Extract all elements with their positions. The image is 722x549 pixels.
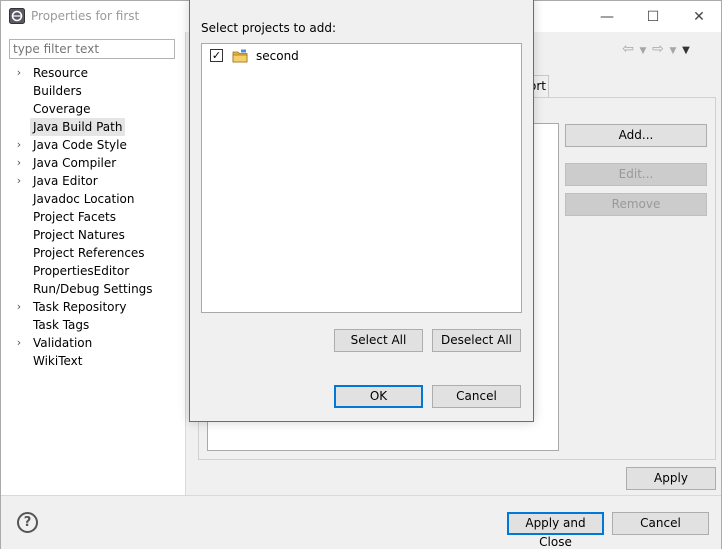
cancel-button[interactable]: Cancel — [612, 512, 709, 535]
project-checkbox[interactable]: ✓ — [210, 49, 223, 62]
select-all-button[interactable]: Select All — [334, 329, 423, 352]
sidebar-item-label: Project Natures — [33, 228, 125, 242]
sidebar-item-label: Javadoc Location — [33, 192, 135, 206]
back-arrow-icon[interactable]: ⇦ — [619, 41, 637, 57]
sidebar-item-task-tags[interactable]: Task Tags — [13, 316, 156, 334]
sidebar-item-label: Java Compiler — [33, 156, 117, 170]
forward-menu-chevron-icon[interactable]: ▼ — [667, 46, 679, 56]
property-page-tree: › Resource Builders Coverage Java Build Path… — [13, 64, 156, 370]
sidebar: › Resource Builders Coverage Java Build Path… — [1, 32, 186, 495]
sidebar-item-run-debug-settings[interactable]: Run/Debug Settings — [13, 280, 156, 298]
sidebar-item-label: Validation — [33, 336, 93, 350]
sidebar-item-javadoc-location[interactable]: Javadoc Location — [13, 190, 156, 208]
minimize-icon[interactable]: — — [597, 7, 617, 27]
sidebar-item-validation[interactable]: › Validation — [13, 334, 156, 352]
dialog-label: Select projects to add: — [201, 21, 337, 35]
sidebar-item-resource[interactable]: › Resource — [13, 64, 156, 82]
sidebar-item-propertieseditor[interactable]: PropertiesEditor — [13, 262, 156, 280]
sidebar-item-label: Coverage — [33, 102, 91, 116]
sidebar-item-label: Java Editor — [33, 174, 98, 188]
view-menu-icon[interactable]: ▼ — [679, 45, 693, 56]
expand-chevron-icon[interactable]: › — [13, 298, 25, 316]
sidebar-item-java-editor[interactable]: › Java Editor — [13, 172, 156, 190]
sidebar-item-java-build-path[interactable]: Java Build Path — [13, 118, 156, 136]
sidebar-item-builders[interactable]: Builders — [13, 82, 156, 100]
apply-button[interactable]: Apply — [626, 467, 716, 490]
expand-chevron-icon[interactable]: › — [13, 334, 25, 352]
expand-chevron-icon[interactable]: › — [13, 136, 25, 154]
add-button[interactable]: Add... — [565, 124, 707, 147]
sidebar-item-label: Run/Debug Settings — [33, 282, 153, 296]
sidebar-item-task-repository[interactable]: › Task Repository — [13, 298, 156, 316]
sidebar-item-label: Task Tags — [33, 318, 90, 332]
sidebar-item-label: Task Repository — [33, 300, 127, 314]
sidebar-item-project-references[interactable]: Project References — [13, 244, 156, 262]
sidebar-item-coverage[interactable]: Coverage — [13, 100, 156, 118]
sidebar-item-label: PropertiesEditor — [33, 264, 130, 278]
sidebar-item-label: Resource — [33, 66, 89, 80]
sidebar-item-java-code-style[interactable]: › Java Code Style — [13, 136, 156, 154]
help-icon[interactable]: ? — [17, 512, 38, 533]
sidebar-item-label: Java Build Path — [30, 118, 126, 136]
deselect-all-button[interactable]: Deselect All — [432, 329, 521, 352]
sidebar-item-java-compiler[interactable]: › Java Compiler — [13, 154, 156, 172]
dialog-cancel-button[interactable]: Cancel — [432, 385, 521, 408]
maximize-icon[interactable]: ☐ — [643, 7, 663, 27]
sidebar-item-label: Project References — [33, 246, 145, 260]
remove-button[interactable]: Remove — [565, 193, 707, 216]
sidebar-item-label: WikiText — [33, 354, 83, 368]
close-icon[interactable]: ✕ — [689, 7, 709, 27]
filter-input[interactable] — [9, 39, 175, 59]
sidebar-item-label: Builders — [33, 84, 82, 98]
sidebar-item-wikitext[interactable]: WikiText — [13, 352, 156, 370]
ok-button[interactable]: OK — [334, 385, 423, 408]
eclipse-app-icon — [9, 8, 25, 24]
apply-and-close-button[interactable]: Apply and Close — [507, 512, 604, 549]
navigation-arrows: ⇦ ▼ ⇨ ▼ ▼ — [619, 41, 715, 59]
project-folder-icon — [232, 49, 248, 63]
edit-button[interactable]: Edit... — [565, 163, 707, 186]
window-title: Properties for first — [31, 9, 140, 23]
expand-chevron-icon[interactable]: › — [13, 172, 25, 190]
expand-chevron-icon[interactable]: › — [13, 64, 25, 82]
back-menu-chevron-icon[interactable]: ▼ — [637, 46, 649, 56]
sidebar-item-project-natures[interactable]: Project Natures — [13, 226, 156, 244]
expand-chevron-icon[interactable]: › — [13, 154, 25, 172]
sidebar-item-label: Project Facets — [33, 210, 116, 224]
sidebar-item-project-facets[interactable]: Project Facets — [13, 208, 156, 226]
project-name: second — [256, 49, 299, 63]
project-list: ✓ second — [201, 43, 522, 313]
select-projects-dialog: Select projects to add: ✓ second Select … — [189, 0, 534, 422]
sidebar-item-label: Java Code Style — [33, 138, 127, 152]
forward-arrow-icon[interactable]: ⇨ — [649, 41, 667, 57]
